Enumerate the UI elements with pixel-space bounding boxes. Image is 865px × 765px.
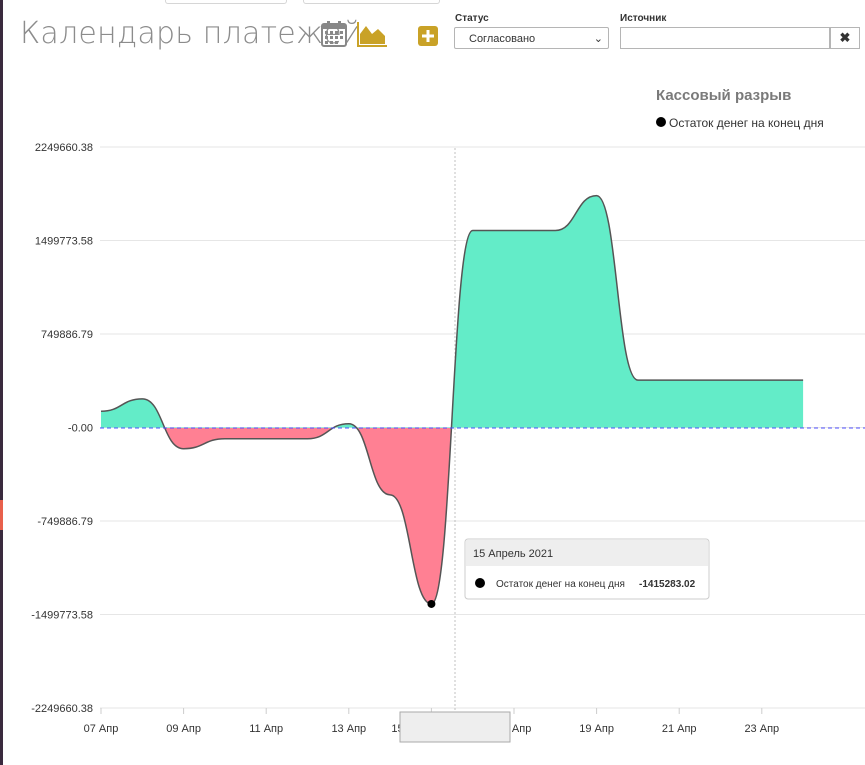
x-tick-label: 15 Апрель 2021: [391, 723, 471, 735]
chart: Кассовый разрыв Остаток денег на конец д…: [31, 87, 865, 743]
status-select[interactable]: Согласовано ⌄: [454, 27, 609, 49]
status-label: Статус: [455, 13, 489, 24]
y-tick-label: -2249660.38: [31, 703, 93, 715]
x-crosshair-label-box: [399, 711, 511, 743]
y-tick-label: -1499773.58: [31, 610, 93, 622]
tooltip-date: 15 Апрель 2021: [473, 548, 553, 560]
data-point: [427, 599, 436, 608]
left-sidebar-edge: [0, 0, 3, 765]
x-tick-label: 07 Апр: [84, 723, 119, 735]
negative-area: [164, 428, 452, 604]
x-tick-label: 17 Апр: [497, 723, 532, 735]
y-tick-label: 1499773.58: [35, 236, 93, 248]
legend-label: Остаток денег на конец дня: [669, 116, 824, 130]
series-line: [100, 194, 804, 605]
x-tick-label: 23 Апр: [744, 723, 779, 735]
tooltip-marker: [475, 578, 485, 588]
source-label: Источник: [620, 13, 667, 24]
clear-button[interactable]: ✖: [830, 27, 860, 49]
tooltip-value: -1415283.02: [639, 579, 696, 590]
calendar-icon[interactable]: [320, 20, 348, 48]
positive-area: [101, 195, 804, 428]
x-tick-label: 11 Апр: [249, 723, 283, 735]
x-tick-label: 13 Апр: [331, 723, 366, 735]
y-tick-label: 2249660.38: [35, 142, 93, 154]
sidebar-indicator: [0, 500, 3, 530]
y-tick-label: 749886.79: [41, 329, 93, 341]
area-chart-icon[interactable]: [356, 20, 388, 48]
x-tick-label: 19 Апр: [579, 723, 614, 735]
chart-title: Кассовый разрыв: [656, 87, 791, 104]
top-tab[interactable]: [303, 0, 440, 4]
tooltip-series-name: Остаток денег на конец дня: [496, 579, 625, 590]
x-tick-label: 09 Апр: [166, 723, 201, 735]
top-tab[interactable]: [165, 0, 287, 4]
y-tick-label: -749886.79: [37, 516, 93, 528]
page-title: Календарь платежей: [20, 16, 362, 51]
tooltip: 15 Апрель 2021 Остаток денег на конец дн…: [464, 538, 710, 600]
status-select-value: Согласовано: [469, 33, 536, 45]
legend-marker: [656, 117, 666, 127]
source-input[interactable]: [620, 27, 830, 49]
chevron-down-icon: ⌄: [593, 33, 603, 45]
plus-icon[interactable]: [418, 26, 438, 46]
y-tick-label: -0.00: [68, 423, 93, 435]
x-tick-label: 21 Апр: [662, 723, 697, 735]
